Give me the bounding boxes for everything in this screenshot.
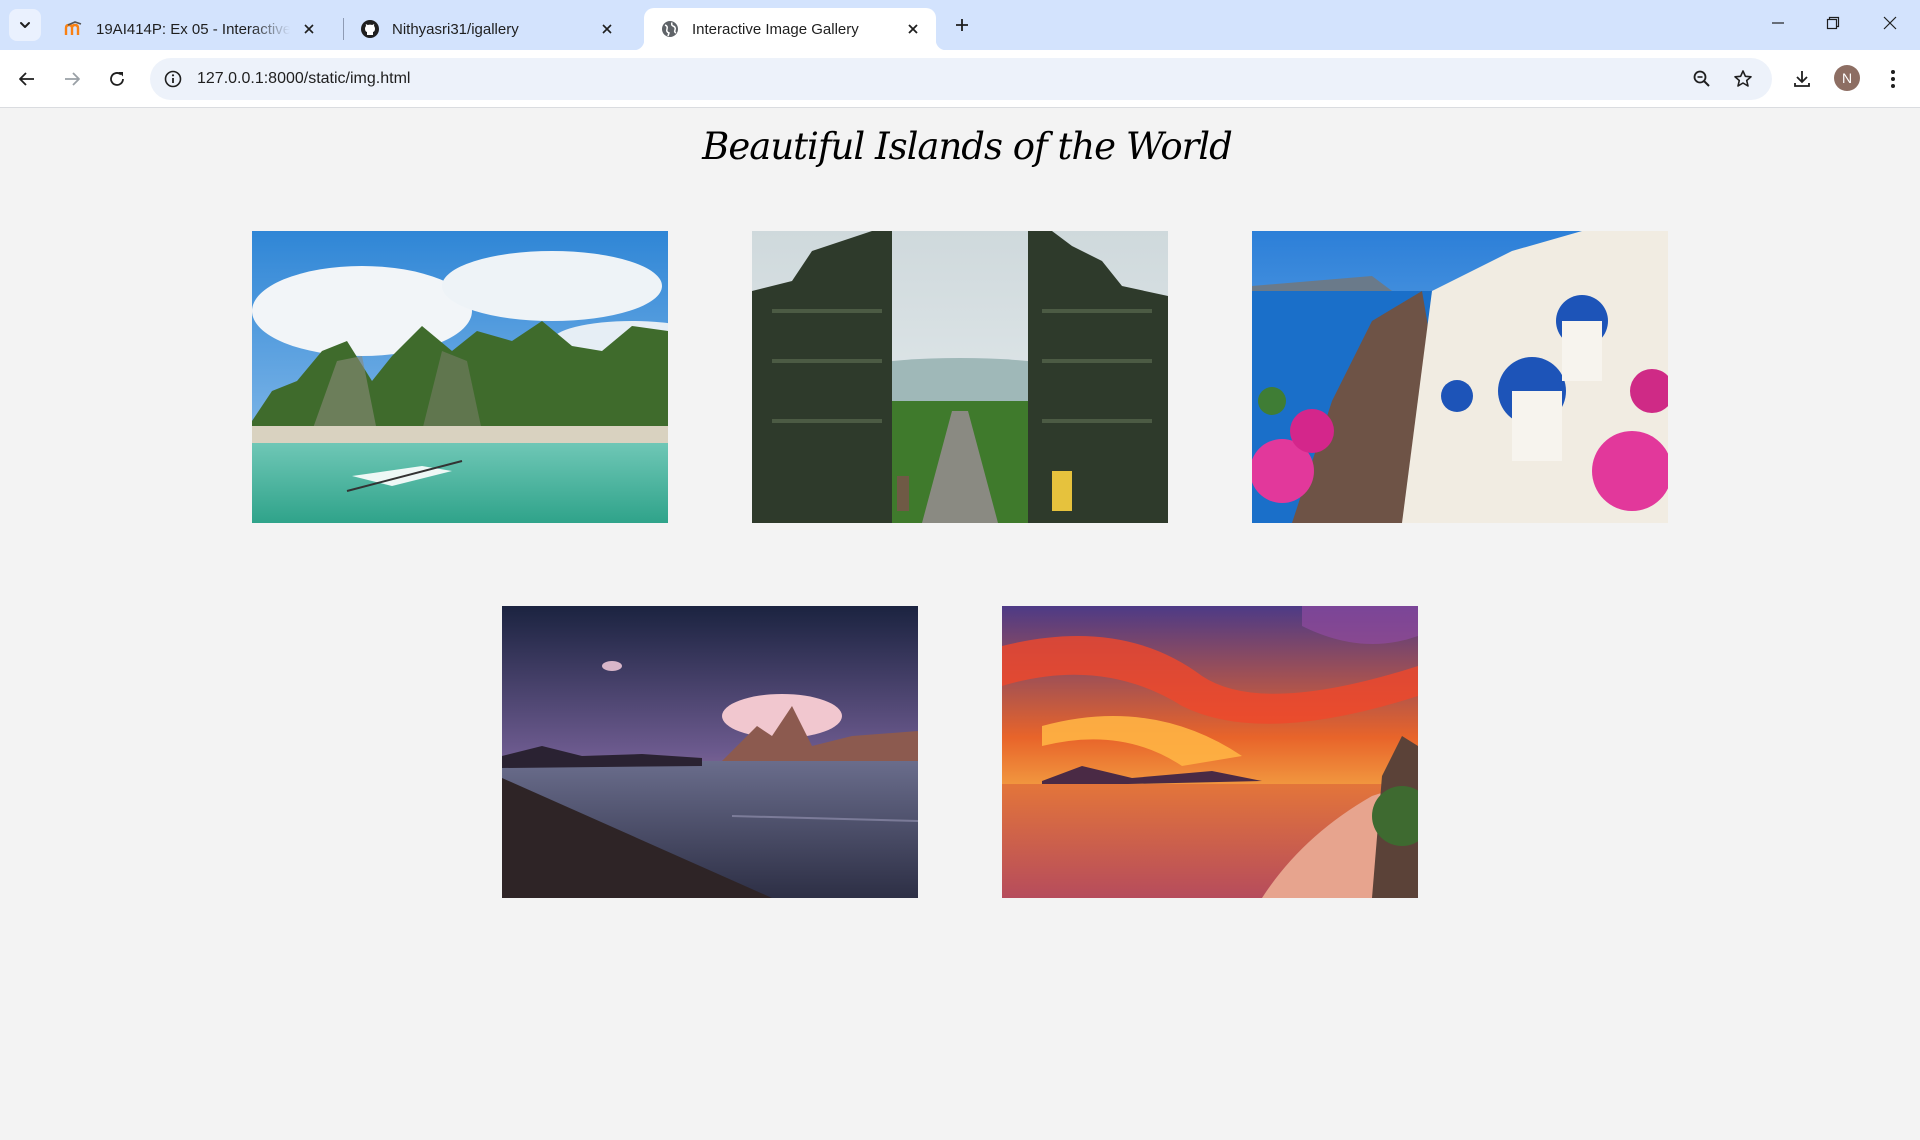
- restore-icon: [1826, 16, 1840, 30]
- new-tab-button[interactable]: [946, 9, 978, 41]
- globe-icon: [660, 19, 680, 39]
- page-title: Beautiful Islands of the World: [702, 125, 1233, 168]
- address-bar[interactable]: 127.0.0.1:8000/static/img.html: [150, 58, 1772, 100]
- reload-icon: [110, 72, 124, 86]
- browser-toolbar: 127.0.0.1:8000/static/img.html: [0, 50, 1920, 108]
- minimize-button[interactable]: [1750, 0, 1806, 46]
- minimize-icon: [1772, 22, 1784, 24]
- page-content: Beautiful Islands of the World tropical-…: [0, 109, 1920, 1140]
- zoom-icon[interactable]: [1686, 63, 1718, 95]
- forward-button[interactable]: [54, 61, 90, 97]
- github-icon: [360, 19, 380, 39]
- gallery-image-1[interactable]: tropical-limestone-bay-image: [252, 231, 668, 523]
- more-vert-icon: [1891, 70, 1895, 88]
- url-text[interactable]: 127.0.0.1:8000/static/img.html: [197, 58, 410, 100]
- restore-button[interactable]: [1805, 0, 1861, 46]
- gallery-image-5[interactable]: fiery-beach-sunset-image: [1002, 606, 1418, 898]
- gallery-image-2[interactable]: temple-gate-image: [752, 231, 1168, 523]
- gallery-image-3[interactable]: santorini-image: [1252, 231, 1668, 523]
- downloads-button[interactable]: [1784, 61, 1820, 97]
- tab-title: Nithyasri31/igallery: [392, 20, 519, 38]
- tab-image-gallery[interactable]: Interactive Image Gallery: [634, 8, 946, 50]
- menu-button[interactable]: [1875, 61, 1911, 97]
- reload-button[interactable]: [99, 61, 135, 97]
- back-button[interactable]: [9, 61, 45, 97]
- bookmark-star-icon[interactable]: [1727, 63, 1759, 95]
- temple-gate-image: [752, 231, 1168, 523]
- fiery-beach-sunset-image: [1002, 606, 1418, 898]
- tab-title: 19AI414P: Ex 05 - Interactive Im: [96, 20, 290, 38]
- close-tab-icon[interactable]: [902, 18, 924, 40]
- moodle-icon: [64, 19, 84, 39]
- santorini-image: [1252, 231, 1668, 523]
- download-icon: [1794, 71, 1810, 87]
- site-info-icon[interactable]: [160, 66, 186, 92]
- close-window-button[interactable]: [1862, 0, 1918, 46]
- plus-icon: [956, 19, 968, 31]
- overwater-bungalow-sunset-image: [502, 606, 918, 898]
- close-tab-icon[interactable]: [596, 18, 618, 40]
- tab-github[interactable]: Nithyasri31/igallery: [344, 8, 630, 50]
- close-icon: [1883, 16, 1897, 30]
- tab-moodle[interactable]: 19AI414P: Ex 05 - Interactive Im: [48, 8, 332, 50]
- tab-strip: 19AI414P: Ex 05 - Interactive Im Nithyas…: [0, 0, 1920, 50]
- tropical-limestone-bay-image: [252, 231, 668, 523]
- arrow-left-icon: [19, 72, 34, 86]
- tab-title: Interactive Image Gallery: [692, 20, 859, 38]
- close-tab-icon[interactable]: [298, 18, 320, 40]
- gallery-image-4[interactable]: overwater-bungalow-sunset-image: [502, 606, 918, 898]
- profile-avatar[interactable]: N: [1834, 65, 1860, 91]
- arrow-right-icon: [65, 72, 80, 86]
- chevron-down-icon: [20, 22, 30, 28]
- tab-search-button[interactable]: [9, 9, 41, 41]
